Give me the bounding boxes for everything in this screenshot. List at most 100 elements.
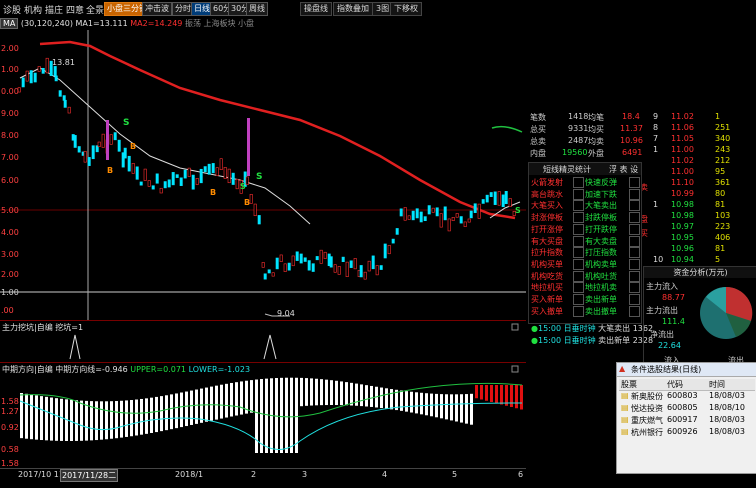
table-row[interactable]: ▤ 悦达投资 600805 18/08/10 (619, 403, 755, 415)
order-book-row[interactable]: 10.97 223 (643, 222, 756, 233)
signal-down[interactable]: 有大卖盘 (585, 236, 617, 247)
signal-up[interactable]: 机构买单 (531, 259, 571, 270)
order-book-row[interactable]: 11.10 361 (643, 178, 756, 189)
menu-item-four[interactable]: 四意 (66, 3, 84, 16)
panel-close-icon[interactable] (511, 365, 519, 373)
sub-panel-pit[interactable]: 主力挖坑|自编 挖坑=1 (0, 320, 526, 361)
signal-up[interactable]: 封涨停板 (531, 212, 571, 223)
signal-down[interactable]: 加速下跌 (585, 189, 617, 200)
signal-checkbox[interactable] (573, 200, 584, 212)
signal-tick[interactable]: ●15:00 日垂时钟 卖出新单 2328 (531, 335, 653, 346)
period-button-impact[interactable]: 冲击波 (142, 2, 172, 16)
signal-down[interactable]: 机构卖单 (585, 259, 617, 270)
order-book-row[interactable]: 10.99 80 (643, 189, 756, 200)
signal-checkbox[interactable] (573, 270, 584, 282)
signal-checkbox[interactable] (573, 294, 584, 305)
order-book-row[interactable]: 10 10.94 5 (643, 255, 756, 266)
signal-checkbox[interactable] (573, 223, 584, 235)
menu-item-panorama[interactable]: 全景 (86, 3, 104, 16)
signal-checkbox[interactable] (629, 247, 640, 259)
signal-down[interactable]: 大笔卖出 (585, 200, 617, 211)
signal-down[interactable]: 地拉机卖 (585, 282, 617, 293)
window-titlebar[interactable]: ▲ 条件选股结果(日线) (617, 363, 756, 377)
signal-down[interactable]: 打开跌停 (585, 224, 617, 235)
signal-tick[interactable]: ●15:00 日垂时钟 大笔卖出 1362 (531, 323, 653, 334)
signal-checkbox[interactable] (629, 212, 640, 224)
table-row[interactable]: ▤ 新奥股份 600803 18/08/03 (619, 391, 755, 403)
menu-item-trace[interactable]: 描庄 (45, 3, 63, 16)
table-row[interactable]: ▤ 重庆燃气 600917 18/08/03 (619, 415, 755, 427)
signal-up[interactable]: 买入新单 (531, 294, 571, 305)
signal-up[interactable]: 买入撤单 (531, 306, 571, 317)
sub-panel-direction[interactable]: 中期方向|自编 中期方向线=-0.946 UPPER=0.071 LOWER=-… (0, 362, 526, 471)
quote-value: 1418 (568, 112, 589, 121)
table-row[interactable]: ▤ 杭州银行 600926 18/08/03 (619, 427, 755, 439)
candlestick-chart[interactable]: 2.00 1.00 0.00 9.00 8.00 7.00 6.00 5.00 … (0, 30, 526, 320)
signal-checkbox[interactable] (573, 282, 584, 294)
signal-down[interactable]: 打压指数 (585, 247, 617, 258)
signal-checkbox[interactable] (629, 223, 640, 235)
ob-price: 11.02 (671, 156, 694, 165)
signal-checkbox[interactable] (629, 200, 640, 212)
signal-checkbox[interactable] (573, 305, 584, 317)
panel-close-icon[interactable] (511, 323, 519, 331)
fund-out-label: 主力流出 (646, 306, 678, 315)
signal-up[interactable]: 高台跳水 (531, 189, 571, 200)
signal-checkbox[interactable] (629, 188, 640, 200)
order-book-row[interactable]: 9 11.02 1 (643, 112, 756, 123)
col-header[interactable]: 股票 (621, 379, 637, 390)
signal-up[interactable]: 大笔买入 (531, 200, 571, 211)
signal-checkbox[interactable] (629, 258, 640, 270)
signal-down[interactable]: 机构吐货 (585, 271, 617, 282)
signal-up[interactable]: 有大买盘 (531, 236, 571, 247)
signal-up[interactable]: 地拉机买 (531, 282, 571, 293)
signal-down[interactable]: 卖出新单 (585, 294, 617, 305)
signal-checkbox[interactable] (573, 235, 584, 247)
signal-checkbox[interactable] (629, 305, 640, 317)
signal-down[interactable]: 快速反弹 (585, 177, 617, 188)
signal-up[interactable]: 火箭发射 (531, 177, 571, 188)
signal-up[interactable]: 打开涨停 (531, 224, 571, 235)
order-book-row[interactable]: 1 11.00 243 (643, 145, 756, 156)
order-book-row[interactable]: 11.02 212 (643, 156, 756, 167)
tool-button-index-overlay[interactable]: 指数叠加 (333, 2, 373, 16)
signal-up[interactable]: 机构吃货 (531, 271, 571, 282)
menu-item-institution[interactable]: 机构 (24, 3, 42, 16)
tool-button-rights[interactable]: 下移权 (390, 2, 422, 16)
order-book-row[interactable]: 1 10.98 81 (643, 200, 756, 211)
signal-checkbox[interactable] (573, 212, 584, 224)
signal-title-tools[interactable]: 浮 表 设 (609, 164, 638, 175)
tool-button-operate-line[interactable]: 操盘线 (300, 2, 332, 16)
candle (179, 177, 183, 186)
col-header[interactable]: 时间 (709, 379, 725, 390)
signal-checkbox[interactable] (573, 258, 584, 270)
signal-checkbox[interactable] (629, 282, 640, 294)
stock-code: 600917 (667, 415, 698, 424)
signal-checkbox[interactable] (573, 188, 584, 200)
stock-icon: ▤ (621, 391, 629, 400)
order-book-row[interactable]: 10.95 406 (643, 233, 756, 244)
signal-down[interactable]: 卖出撤单 (585, 306, 617, 317)
candle (467, 218, 471, 223)
order-book-row[interactable]: 10.98 103 (643, 211, 756, 222)
col-header[interactable]: 代码 (667, 379, 683, 390)
order-book-row[interactable]: 8 11.06 251 (643, 123, 756, 134)
time-button-weekly[interactable]: 周线 (246, 2, 268, 16)
signal-checkbox[interactable] (629, 177, 640, 188)
y-label: 4.00 (1, 228, 19, 237)
signal-checkbox[interactable] (629, 294, 640, 305)
menu-item-diagnose[interactable]: 诊股 (3, 3, 21, 16)
order-book-row[interactable]: 7 11.05 340 (643, 134, 756, 145)
order-book-row[interactable]: 11.00 95 (643, 167, 756, 178)
order-book-row[interactable]: 10.96 81 (643, 244, 756, 255)
signal-checkbox[interactable] (573, 247, 584, 259)
histogram-bar (310, 378, 313, 406)
signal-up[interactable]: 拉升指数 (531, 247, 571, 258)
signal-down[interactable]: 封跌停板 (585, 212, 617, 223)
signal-checkbox[interactable] (629, 270, 640, 282)
fund-in-label: 主力流入 (646, 282, 678, 291)
candle (485, 194, 489, 203)
ma-selector[interactable]: MA (0, 18, 19, 29)
signal-checkbox[interactable] (629, 235, 640, 247)
signal-checkbox[interactable] (573, 177, 584, 188)
